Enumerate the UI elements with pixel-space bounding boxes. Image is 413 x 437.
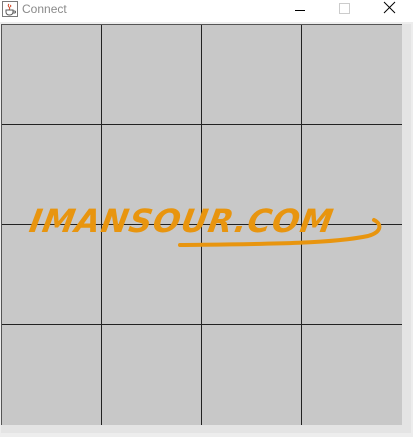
- board-cell-r4c3[interactable]: [202, 325, 302, 425]
- board-cell-r4c4[interactable]: [302, 325, 402, 425]
- board-cell-r1c2[interactable]: [102, 25, 202, 125]
- watermark-logo: IMANSOUR.COM: [27, 200, 385, 252]
- app-window: Connect IMANSOUR.COM: [0, 0, 413, 437]
- maximize-button[interactable]: [322, 0, 366, 20]
- board-cell-r1c3[interactable]: [202, 25, 302, 125]
- maximize-icon: [339, 3, 350, 14]
- minimize-button[interactable]: [278, 0, 322, 20]
- watermark-swoosh: [178, 218, 382, 247]
- board-cell-r4c1[interactable]: [2, 325, 102, 425]
- board-cell-r1c1[interactable]: [2, 25, 102, 125]
- window-right-edge: [402, 24, 411, 428]
- minimize-icon: [295, 10, 305, 11]
- window-title: Connect: [22, 2, 67, 16]
- java-cup-icon[interactable]: [2, 1, 18, 17]
- board-cell-r4c2[interactable]: [102, 325, 202, 425]
- close-icon: [383, 1, 396, 14]
- board-cell-r1c4[interactable]: [302, 25, 402, 125]
- close-button[interactable]: [366, 0, 410, 20]
- window-bottom-edge: [1, 425, 411, 433]
- title-bar[interactable]: Connect: [0, 0, 413, 20]
